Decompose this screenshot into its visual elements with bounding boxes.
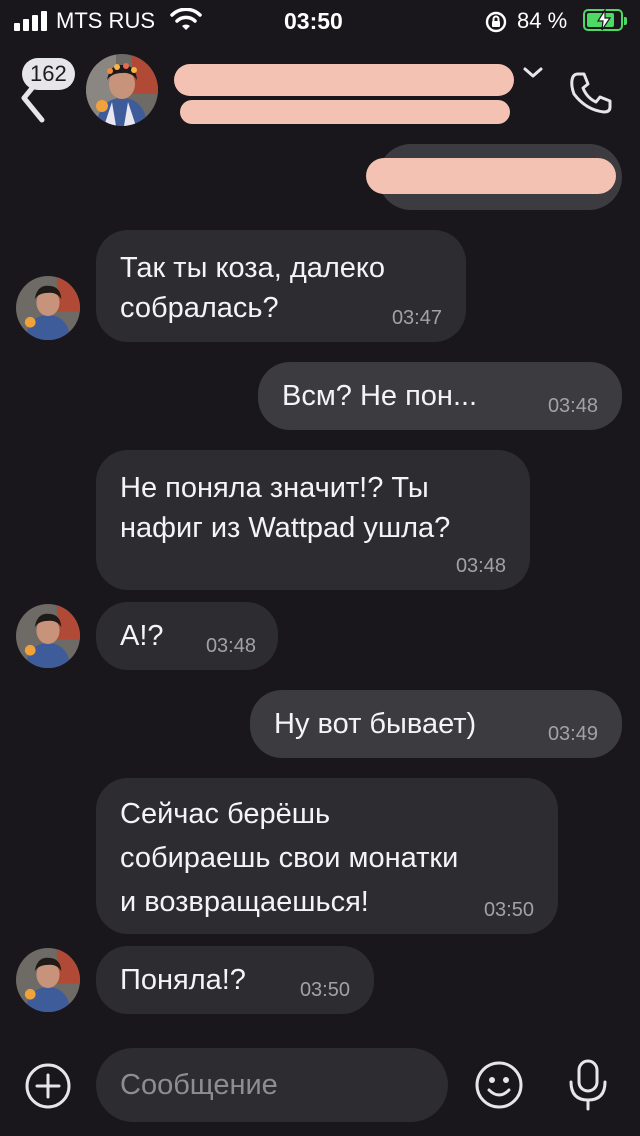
message-time: 03:48 [547,395,598,417]
message-bubble[interactable]: Поняла!? 03:50 [96,946,374,1014]
message-input[interactable] [96,1048,448,1122]
sender-avatar[interactable] [16,276,80,340]
battery-percent: 84 % [517,8,568,33]
rotation-lock-icon [485,11,507,33]
chat-header: 162 [0,44,640,140]
message-text: Всм? Не пон... [282,380,478,412]
plus-icon[interactable] [24,1062,72,1110]
message-text: Ну вот бывает) [274,708,477,740]
message-time: 03:50 [483,899,534,921]
redaction-bar [366,158,616,194]
message-text: А!? [120,620,164,652]
status-time: 03:50 [284,8,343,34]
message-bubble[interactable]: Не поняла значит!? Ты нафиг из Wattpad у… [96,450,530,590]
carrier-label: MTS RUS [56,8,155,33]
wifi-icon [170,8,202,30]
redacted-message-bubble [366,144,622,210]
message-text: Не поняла значит!? Ты нафиг из Wattpad у… [120,472,451,544]
sender-avatar[interactable] [16,948,80,1012]
emoji-icon[interactable] [474,1060,524,1110]
status-bar: MTS RUS 03:50 84 % [0,0,640,44]
sender-avatar[interactable] [16,604,80,668]
message-time: 03:48 [205,635,256,657]
composer-bar [0,1040,640,1136]
unread-count-badge[interactable]: 162 [22,58,75,90]
battery-charging-icon [583,9,627,31]
contact-name-redacted [174,64,514,96]
contact-avatar[interactable] [86,54,158,126]
message-time: 03:47 [391,307,442,329]
message-bubble-outgoing[interactable]: Всм? Не пон... 03:48 [258,362,622,430]
chat-screen: MTS RUS 03:50 84 % 162 Так ты коза, дале… [0,0,640,1136]
microphone-icon[interactable] [566,1058,610,1112]
message-bubble[interactable]: А!? 03:48 [96,602,278,670]
phone-icon[interactable] [568,70,614,116]
signal-icon [14,11,50,31]
message-text: Так ты коза, далеко собралась? [120,252,386,324]
contact-status-redacted [180,100,510,124]
message-bubble-outgoing[interactable]: Ну вот бывает) 03:49 [250,690,622,758]
message-text: Сейчас берёшь собираешь свои монатки и в… [120,798,459,918]
message-bubble[interactable]: Так ты коза, далеко собралась? 03:47 [96,230,466,342]
message-time: 03:50 [299,979,350,1001]
chevron-down-icon[interactable] [522,66,544,80]
message-time: 03:48 [455,555,506,577]
message-text: Поняла!? [120,964,246,996]
message-bubble[interactable]: Сейчас берёшь собираешь свои монатки и в… [96,778,558,934]
message-time: 03:49 [547,723,598,745]
